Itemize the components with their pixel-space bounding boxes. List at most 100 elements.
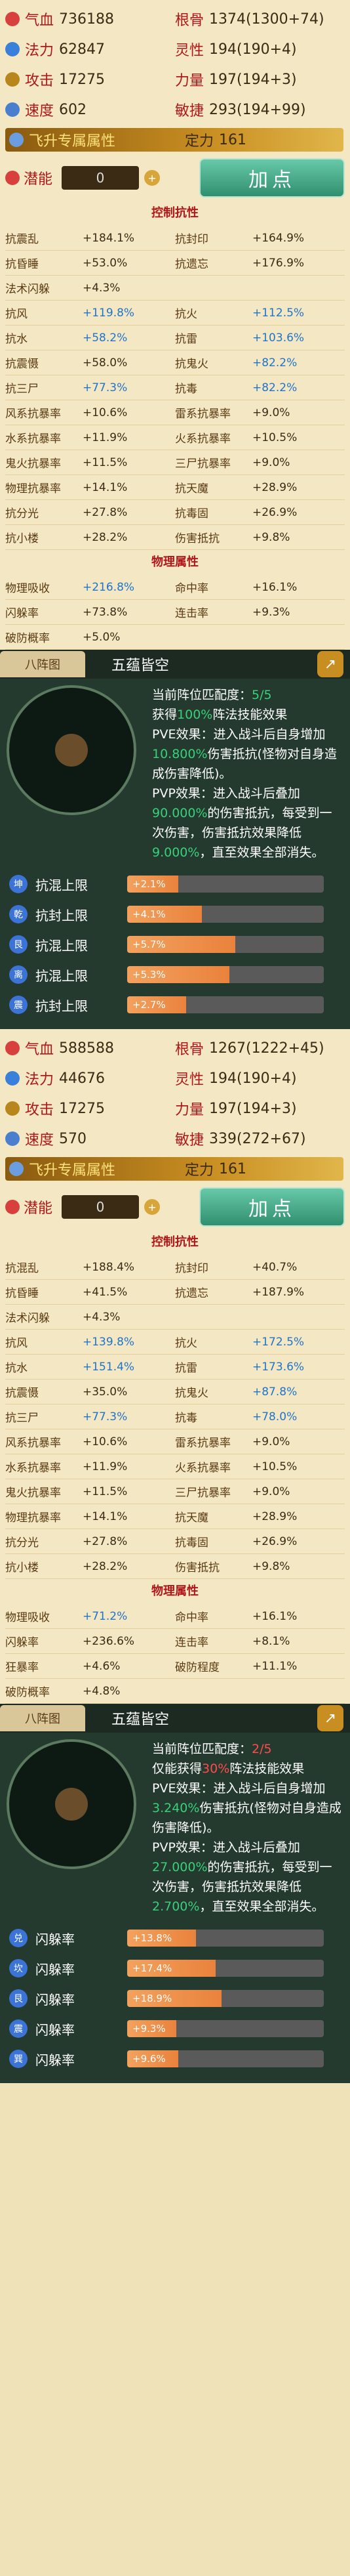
phys-row: 闪躲率 +236.6% 连击率 +8.1% [5, 1629, 345, 1654]
phys-cell: 物理吸收 +216.8% [5, 579, 175, 596]
phys-name: 破防概率 [5, 632, 50, 645]
resist-cell: 火系抗暴率 +10.5% [175, 1458, 345, 1475]
phys-name: 物理吸收 [5, 582, 50, 595]
formation-rows: 坤抗混上限 +2.1% 乾抗封上限 +4.1% 艮抗混上限 +5.7% 离抗混上限 +5.3%… [0, 869, 350, 1029]
resist-cell: 抗雷 +103.6% [175, 329, 345, 347]
stat-name: 速度 [25, 1132, 54, 1149]
resist-value: +103.6% [252, 331, 305, 345]
formation-row: 兑闪躲率 +13.8% [9, 1923, 341, 1953]
effect-pct: 100% [177, 707, 213, 722]
root: 气血 736188 根骨 1374(1300+74) 法力 62847 灵性 194(190+… [0, 0, 350, 2083]
resist-name: 抗震慑 [5, 1387, 39, 1400]
add-points-button[interactable]: 加点 [199, 158, 345, 198]
resist-value: +151.4% [83, 1360, 135, 1374]
potential-plus-button[interactable]: + [144, 1199, 161, 1215]
phys-cell: 狂暴率 +4.6% [5, 1658, 175, 1675]
resist-row: 抗风 +119.8% 抗火 +112.5% [5, 301, 345, 326]
resist-cell: 物理抗暴率 +14.1% [5, 479, 175, 496]
effect-post: 阵法技能效果 [212, 707, 288, 722]
stat-name: 敏捷 [175, 103, 204, 119]
resist-row: 风系抗暴率 +10.6% 雷系抗暴率 +9.0% [5, 1429, 345, 1454]
resist-value: +139.8% [83, 1335, 135, 1349]
resist-name: 风系抗暴率 [5, 408, 61, 421]
resist-value: +27.8% [83, 505, 128, 519]
stat-grid: 气血 588588 根骨 1267(1222+45) 法力 44676 灵性 194(190+… [0, 1029, 350, 1184]
phys-value: +216.8% [83, 580, 135, 594]
formation-tab[interactable]: 八阵图 [0, 1705, 85, 1731]
resist-cell: 抗分光 +27.8% [5, 504, 175, 521]
formation-bar-value: +4.1% [132, 908, 166, 920]
effect-pct: 30% [202, 1762, 230, 1776]
formation-bar-value: +2.7% [132, 999, 166, 1011]
phys-cell: 破防概率 +5.0% [5, 629, 175, 646]
resist-name: 抗水 [5, 1362, 28, 1375]
pvp-pre: PVP效果：进入战斗后叠加 [152, 786, 300, 801]
resist-name: 抗遗忘 [175, 258, 208, 271]
formation-bar-value: +5.3% [132, 969, 166, 981]
share-icon[interactable]: ↗ [317, 1705, 343, 1731]
special-right-value: 161 [219, 131, 247, 148]
effect-post: 阵法技能效果 [229, 1762, 305, 1776]
formation-bar: +4.1% [127, 906, 324, 923]
trigram-badge: 坤 [9, 875, 28, 893]
phys-value: +4.6% [83, 1659, 121, 1673]
bagua-center [55, 734, 88, 767]
effect-line: 仅能获得30%阵法技能效果 [152, 1759, 343, 1779]
phys-name: 命中率 [175, 1611, 208, 1624]
share-icon[interactable]: ↗ [317, 651, 343, 677]
add-points-button[interactable]: 加点 [199, 1187, 345, 1227]
formation-bar-value: +13.8% [132, 1932, 172, 1944]
formation-row-label: 闪躲率 [35, 1931, 75, 1947]
phys-value: +236.6% [83, 1634, 135, 1648]
effect-line: 获得100%阵法技能效果 [152, 705, 343, 725]
formation-row: 艮闪躲率 +18.9% [9, 1983, 341, 2014]
phys-name: 破防概率 [5, 1686, 50, 1699]
resist-name: 水系抗暴率 [5, 1462, 61, 1475]
phys-grid: 物理吸收 +216.8% 命中率 +16.1% 闪躲率 +73.8% 连击率 +9.3% 破防概… [0, 575, 350, 650]
resist-name: 抗混乱 [5, 1262, 39, 1275]
resist-name: 抗昏睡 [5, 1287, 39, 1300]
resist-name: 抗分光 [5, 1536, 39, 1550]
resist-cell: 鬼火抗暴率 +11.5% [5, 454, 175, 471]
formation-bar: +13.8% [127, 1930, 324, 1947]
resist-name: 抗小楼 [5, 532, 39, 545]
phys-value: +71.2% [83, 1609, 128, 1623]
resist-value: +53.0% [83, 256, 128, 270]
resist-name: 抗风 [5, 1337, 28, 1350]
special-attr-bar[interactable]: 飞升专属属性 定力 161 [5, 128, 343, 152]
potential-plus-button[interactable]: + [144, 170, 161, 186]
resist-cell: 抗三尸 +77.3% [5, 379, 175, 396]
phys-name: 闪躲率 [5, 1636, 39, 1649]
resist-cell: 抗毒固 +26.9% [175, 1533, 345, 1550]
mana-icon [5, 42, 20, 56]
formation-tab[interactable]: 八阵图 [0, 651, 85, 677]
resist-value: +77.3% [83, 1410, 128, 1424]
match-label: 当前阵位匹配度： [152, 688, 252, 702]
resist-name: 水系抗暴率 [5, 433, 61, 446]
resist-name: 抗毒 [175, 1412, 197, 1425]
resist-row: 抗分光 +27.8% 抗毒固 +26.9% [5, 500, 345, 525]
phys-row: 闪躲率 +73.8% 连击率 +9.3% [5, 600, 345, 625]
potential-icon [5, 171, 20, 185]
resist-cell: 抗火 +172.5% [175, 1334, 345, 1351]
stat-name: 攻击 [25, 1102, 54, 1118]
stat-row: 速度 602 敏捷 293(194+99) [5, 95, 345, 125]
resist-name: 鬼火抗暴率 [5, 457, 61, 471]
special-attr-bar[interactable]: 飞升专属属性 定力 161 [5, 1157, 343, 1181]
stat-item: 敏捷 339(272+67) [175, 1128, 345, 1149]
resist-row: 抗震慑 +35.0% 抗鬼火 +87.8% [5, 1380, 345, 1404]
stat-grid: 气血 736188 根骨 1374(1300+74) 法力 62847 灵性 194(190+… [0, 0, 350, 155]
formation-bar: +9.3% [127, 2020, 324, 2037]
resist-name: 抗小楼 [5, 1561, 39, 1574]
resist-cell: 水系抗暴率 +11.9% [5, 429, 175, 446]
resist-row: 物理抗暴率 +14.1% 抗天魔 +28.9% [5, 475, 345, 500]
resist-name: 抗鬼火 [175, 1387, 208, 1400]
stat-item: 速度 570 [5, 1128, 175, 1149]
resist-cell: 抗封印 +40.7% [175, 1259, 345, 1276]
stat-value: 293(194+99) [209, 101, 306, 118]
phys-cell: 物理吸收 +71.2% [5, 1608, 175, 1625]
phys-row: 物理吸收 +216.8% 命中率 +16.1% [5, 575, 345, 600]
potential-value: 0 [62, 1195, 140, 1219]
resist-cell: 法术闪躲 +4.3% [5, 1309, 175, 1326]
resist-value: +176.9% [252, 256, 305, 270]
